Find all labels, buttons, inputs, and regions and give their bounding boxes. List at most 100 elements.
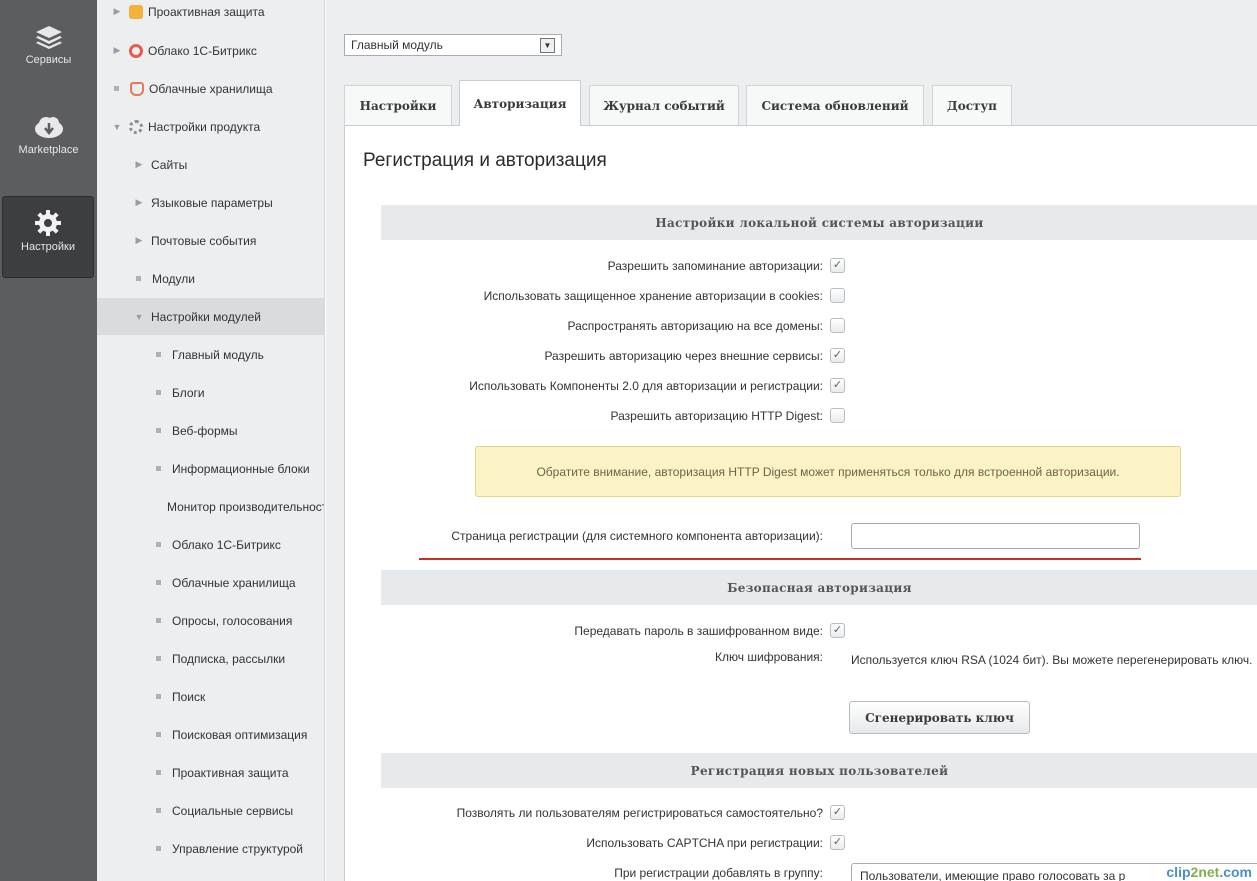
- tree-item-label: Настройки продукта: [148, 119, 261, 134]
- tree-item-language[interactable]: ▶ Языковые параметры: [97, 184, 324, 221]
- bullet-icon: [156, 352, 161, 357]
- checkbox-external-services[interactable]: ✓: [830, 348, 845, 363]
- option-row: Использовать CAPTCHA при регистрации: ✓: [345, 828, 1257, 858]
- tree-item-subscribe[interactable]: Подписка, рассылки: [97, 640, 324, 677]
- option-label: Ключ шифрования:: [715, 650, 823, 664]
- option-label: Разрешить авторизацию HTTP Digest:: [610, 409, 823, 423]
- checkbox-encrypt-password[interactable]: ✓: [830, 623, 845, 638]
- option-label: Передавать пароль в зашифрованном виде:: [574, 624, 823, 638]
- tree-item-label: Проактивная защита: [148, 4, 265, 19]
- option-label: Использовать защищенное хранение авториз…: [483, 289, 823, 303]
- bullet-icon: [156, 618, 161, 623]
- generate-key-button[interactable]: Сгенерировать ключ: [849, 701, 1030, 734]
- tab-settings[interactable]: Настройки: [344, 85, 452, 125]
- section-header-local-auth: Настройки локальной системы авторизации: [381, 205, 1257, 240]
- tree-item-label: Социальные сервисы: [172, 803, 294, 818]
- option-label: Использовать Компоненты 2.0 для авториза…: [469, 379, 823, 393]
- cloud-icon: [129, 43, 143, 58]
- checkbox-components-2[interactable]: ✓: [830, 378, 845, 393]
- tree-item-partial[interactable]: [97, 868, 324, 881]
- admin-left-menu: Сервисы Marketplace Настройки: [0, 0, 97, 881]
- option-row: Распространять авторизацию на все домены…: [345, 311, 1257, 341]
- tab-label: Настройки: [359, 98, 437, 113]
- storage-icon: [130, 81, 144, 96]
- tree-item-bitrix-cloud-module[interactable]: Облако 1С-Битрикс: [97, 526, 324, 563]
- tree-item-bitrix-cloud[interactable]: ▶ Облако 1С-Битрикс: [97, 32, 324, 69]
- tree-item-cloud-storage[interactable]: Облачные хранилища: [97, 70, 324, 107]
- tree-item-blogs[interactable]: Блоги: [97, 374, 324, 411]
- tree-item-label: Монитор производительности: [167, 499, 325, 514]
- checkbox-captcha[interactable]: ✓: [830, 835, 845, 850]
- tree-item-label: Главный модуль: [172, 347, 264, 362]
- tree-item-structure[interactable]: Управление структурой: [97, 830, 324, 867]
- tree-item-sites[interactable]: ▶ Сайты: [97, 146, 324, 183]
- gear-icon: [35, 210, 61, 236]
- tree-item-label: Облако 1С-Битрикс: [172, 537, 281, 552]
- menu-settings[interactable]: Настройки: [2, 196, 94, 278]
- checkbox-all-domains[interactable]: [830, 318, 845, 333]
- option-row: Разрешить авторизацию через внешние серв…: [345, 341, 1257, 371]
- menu-marketplace-label: Marketplace: [18, 144, 79, 156]
- tree-item-iblocks[interactable]: Информационные блоки: [97, 450, 324, 487]
- tab-event-log[interactable]: Журнал событий: [589, 85, 739, 125]
- tab-access[interactable]: Доступ: [932, 85, 1012, 125]
- tree-item-label: Языковые параметры: [151, 195, 273, 210]
- tab-label: Авторизация: [473, 96, 567, 111]
- option-label: Разрешить запоминание авторизации:: [607, 259, 823, 273]
- option-label: При регистрации добавлять в группу:: [614, 866, 823, 880]
- collapse-arrow-icon: ▼: [134, 311, 144, 322]
- tab-label: Журнал событий: [603, 98, 725, 113]
- option-label: Распространять авторизацию на все домены…: [567, 319, 823, 333]
- tree-item-label: Блоги: [172, 385, 205, 400]
- bullet-icon: [156, 542, 161, 547]
- checkbox-self-register[interactable]: ✓: [830, 805, 845, 820]
- option-label: Позволять ли пользователям регистрироват…: [456, 806, 823, 820]
- checkbox-secure-cookies[interactable]: [830, 288, 845, 303]
- tree-item-label: Подписка, рассылки: [172, 651, 286, 666]
- tree-item-mail-events[interactable]: ▶ Почтовые события: [97, 222, 324, 259]
- gear-icon: [129, 119, 143, 134]
- bullet-icon: [156, 466, 161, 471]
- menu-services[interactable]: Сервисы: [0, 24, 97, 66]
- menu-services-label: Сервисы: [25, 54, 72, 66]
- tree-item-label: Модули: [152, 271, 195, 286]
- tree-item-label: Поиск: [172, 689, 206, 704]
- tree-item-search[interactable]: Поиск: [97, 678, 324, 715]
- tree-item-label: Настройки модулей: [151, 309, 261, 324]
- notice-message: Обратите внимание, авторизация HTTP Dige…: [475, 446, 1181, 497]
- tab-authorization[interactable]: Авторизация: [459, 80, 581, 126]
- registration-page-input[interactable]: [851, 523, 1140, 549]
- checkbox-remember-auth[interactable]: ✓: [830, 258, 845, 273]
- checkbox-http-digest[interactable]: [830, 408, 845, 423]
- module-select[interactable]: Главный модуль ▼: [344, 34, 562, 56]
- tree-item-socialservices[interactable]: Социальные сервисы: [97, 792, 324, 829]
- collapse-arrow-icon: ▼: [112, 121, 122, 132]
- tree-item-webforms[interactable]: Веб-формы: [97, 412, 324, 449]
- tree-item-votes[interactable]: Опросы, голосования: [97, 602, 324, 639]
- tab-update-system[interactable]: Система обновлений: [746, 85, 924, 125]
- menu-marketplace[interactable]: Marketplace: [0, 114, 97, 156]
- tree-item-perfmon[interactable]: Монитор производительности: [97, 488, 325, 525]
- expand-arrow-icon: ▶: [113, 6, 121, 16]
- expand-arrow-icon: ▶: [113, 45, 121, 55]
- option-row: Использовать Компоненты 2.0 для авториза…: [345, 371, 1257, 401]
- tree-item-product-settings[interactable]: ▼ Настройки продукта: [97, 108, 324, 145]
- bullet-icon: [156, 390, 161, 395]
- tree-item-label: Опросы, голосования: [172, 613, 293, 628]
- section-header-secure-auth: Безопасная авторизация: [381, 570, 1257, 605]
- tree-item-seo[interactable]: Поисковая оптимизация: [97, 716, 324, 753]
- option-label: Разрешить авторизацию через внешние серв…: [544, 349, 823, 363]
- tree-item-main-module[interactable]: Главный модуль: [97, 336, 324, 373]
- tree-item-modules[interactable]: Модули: [97, 260, 324, 297]
- tree-item-label: Проактивная защита: [172, 765, 289, 780]
- tree-item-module-settings[interactable]: ▼ Настройки модулей: [97, 298, 324, 335]
- tree-item-label: Почтовые события: [151, 233, 257, 248]
- tree-item-proactive-module[interactable]: Проактивная защита: [97, 754, 324, 791]
- chevron-down-icon: ▼: [540, 37, 555, 53]
- tree-item-proactive[interactable]: ▶ Проактивная защита: [97, 0, 324, 30]
- option-label: Страница регистрации (для системного ком…: [451, 529, 823, 543]
- tab-panel: Регистрация и авторизация Настройки лока…: [344, 125, 1257, 881]
- bullet-icon: [156, 770, 161, 775]
- tree-item-cloud-storage-module[interactable]: Облачные хранилища: [97, 564, 324, 601]
- tree-item-label: Информационные блоки: [172, 461, 310, 476]
